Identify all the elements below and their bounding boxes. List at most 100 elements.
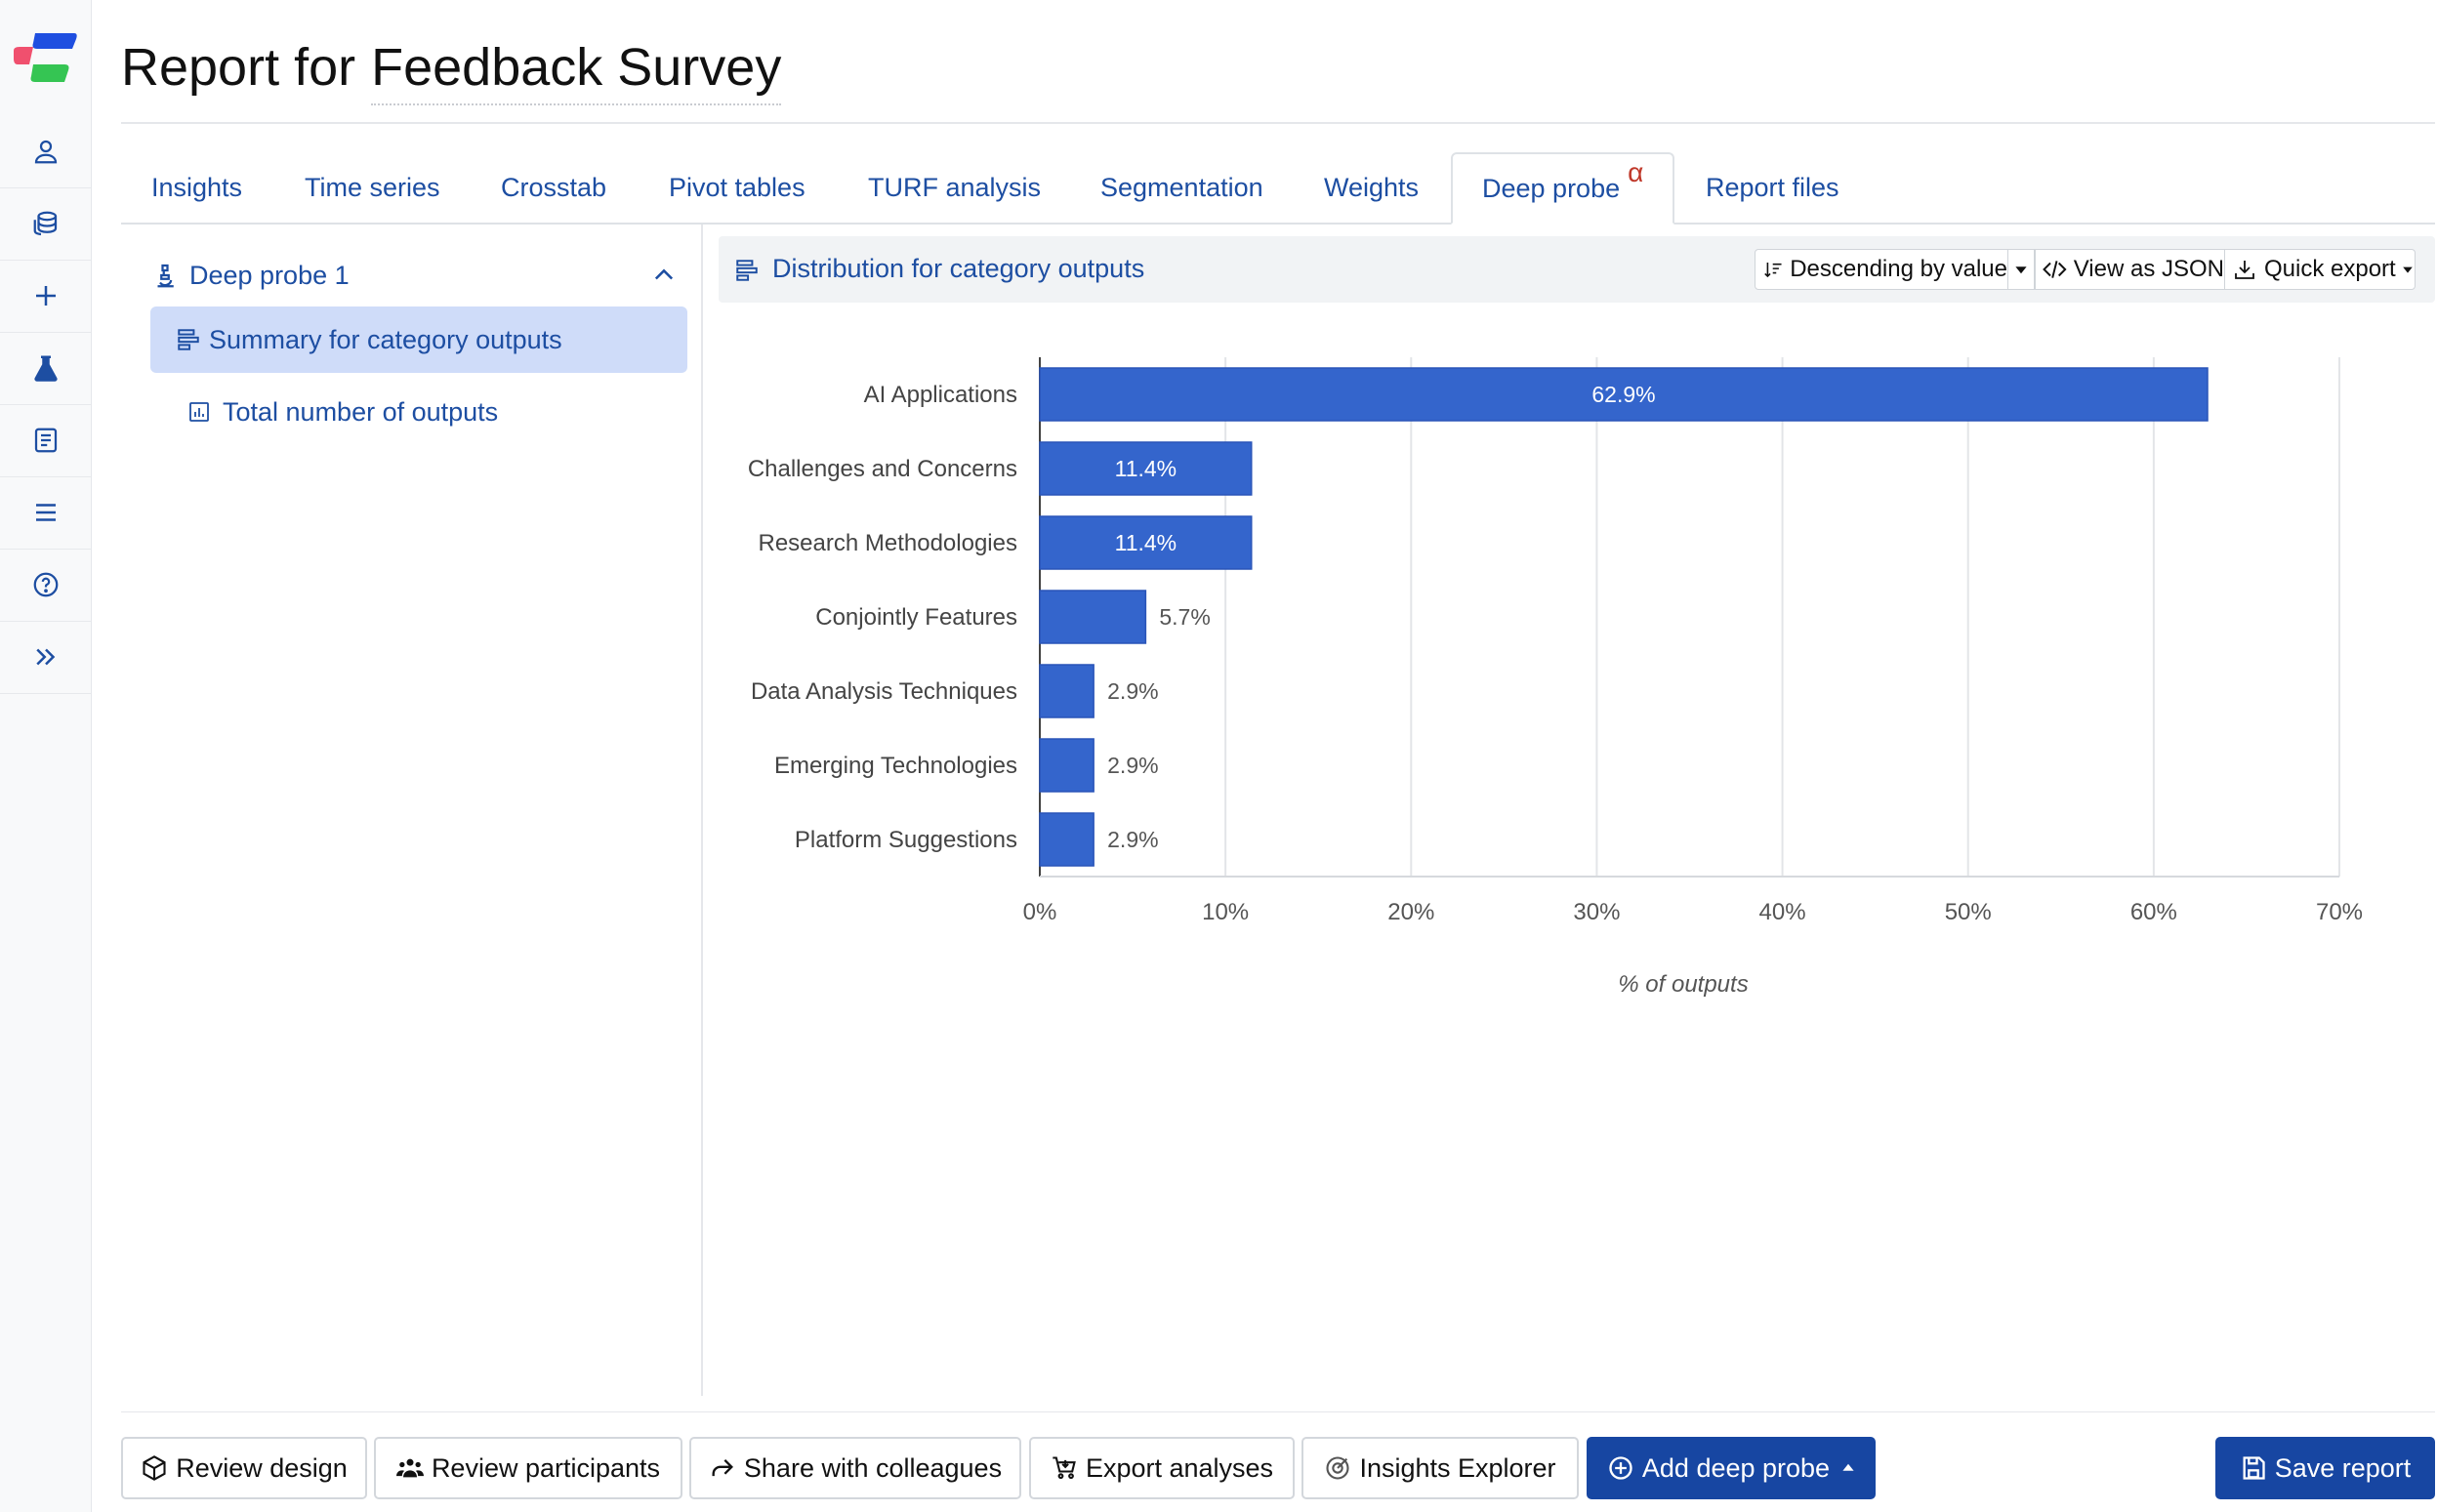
help-icon	[33, 572, 58, 597]
sort-button[interactable]: Descending by value	[1755, 249, 2008, 290]
insights-explorer-label: Insights Explorer	[1359, 1452, 1556, 1483]
side-nav-database[interactable]	[0, 187, 91, 261]
share-button[interactable]: Share with colleagues	[689, 1437, 1021, 1499]
value-label: 2.9%	[1107, 753, 1158, 778]
category-label: Conjointly Features	[815, 604, 1017, 631]
x-tick-label: 60%	[2130, 899, 2177, 925]
tab-report-files[interactable]: Report files	[1706, 152, 1839, 223]
grid-lines	[1039, 357, 2340, 878]
share-icon	[712, 1459, 733, 1477]
value-label: 11.4%	[1115, 530, 1177, 555]
tab-weights[interactable]: Weights	[1324, 152, 1419, 223]
category-label: Platform Suggestions	[795, 827, 1017, 853]
tab-crosstab[interactable]: Crosstab	[501, 152, 606, 223]
review-participants-label: Review participants	[431, 1452, 661, 1483]
x-tick-labels: 0% 10% 20% 30% 40% 50% 60% 70%	[1023, 899, 2363, 925]
quick-export-button[interactable]: Quick export	[2224, 249, 2416, 290]
tab-segmentation[interactable]: Segmentation	[1100, 152, 1263, 223]
chevron-up-icon[interactable]	[650, 262, 678, 289]
caret-down-icon	[2015, 266, 2027, 274]
download-icon	[2235, 261, 2254, 279]
save-report-label: Save report	[2274, 1452, 2412, 1483]
tab-deep-probe-label: Deep probe	[1482, 173, 1621, 203]
app-logo[interactable]	[14, 29, 78, 84]
user-icon	[34, 140, 57, 164]
category-label: Data Analysis Techniques	[751, 678, 1017, 705]
x-tick-label: 30%	[1573, 899, 1620, 925]
probe-icon	[157, 264, 174, 288]
tab-deep-probe[interactable]: Deep probe α	[1451, 152, 1675, 225]
export-analyses-button[interactable]: Export analyses	[1029, 1437, 1295, 1499]
bar[interactable]	[1039, 590, 1147, 644]
tab-insights[interactable]: Insights	[151, 152, 242, 223]
add-deep-probe-button[interactable]: Add deep probe	[1587, 1437, 1876, 1499]
x-axis-label: % of outputs	[1618, 971, 1748, 998]
chart-header: Distribution for category outputs Descen…	[719, 236, 2435, 303]
x-tick-label: 50%	[1945, 899, 1992, 925]
menu-icon	[35, 504, 56, 521]
value-label: 62.9%	[1591, 382, 1655, 407]
side-nav-add[interactable]	[0, 260, 91, 333]
side-nav-help[interactable]	[0, 549, 91, 622]
category-distribution-chart: AI Applications Challenges and Concerns Re…	[748, 357, 2363, 998]
category-labels: AI Applications Challenges and Concerns Re…	[748, 382, 1017, 853]
insights-explorer-button[interactable]: Insights Explorer	[1301, 1437, 1579, 1499]
side-nav-reports[interactable]	[0, 404, 91, 477]
side-nav-experiments[interactable]	[0, 332, 91, 405]
share-label: Share with colleagues	[743, 1452, 1003, 1483]
review-design-button[interactable]: Review design	[121, 1437, 367, 1499]
code-icon	[2043, 261, 2067, 278]
box-icon	[143, 1455, 166, 1481]
plus-icon	[35, 286, 56, 306]
tab-pivot-tables[interactable]: Pivot tables	[669, 152, 805, 223]
page-title: Report for Feedback Survey	[121, 37, 782, 115]
category-label: AI Applications	[864, 382, 1017, 408]
x-tick-label: 0%	[1023, 899, 1057, 925]
bar[interactable]	[1039, 664, 1095, 718]
sort-descending-icon	[1764, 262, 1782, 278]
header-divider	[121, 122, 2435, 124]
nav-item-total[interactable]: Total number of outputs	[150, 379, 687, 445]
category-label: Research Methodologies	[759, 530, 1018, 556]
export-analyses-label: Export analyses	[1085, 1452, 1274, 1483]
probe-group-header[interactable]: Deep probe 1	[150, 254, 697, 297]
cart-icon	[1053, 1456, 1076, 1480]
sort-label: Descending by value	[1790, 256, 2007, 282]
save-report-button[interactable]: Save report	[2215, 1437, 2435, 1499]
caret-down-icon	[2402, 266, 2413, 273]
x-tick-label: 70%	[2316, 899, 2363, 925]
probe-title: Deep probe 1	[189, 260, 350, 290]
x-tick-label: 40%	[1759, 899, 1806, 925]
title-prefix: Report for	[121, 38, 356, 97]
bars	[1039, 367, 2209, 867]
value-label: 2.9%	[1107, 678, 1158, 704]
tab-time-series[interactable]: Time series	[305, 152, 440, 223]
side-nav-menu[interactable]	[0, 476, 91, 550]
nav-item-summary-label: Summary for category outputs	[209, 324, 562, 354]
tab-bar: Insights Time series Crosstab Pivot tabl…	[121, 152, 2435, 225]
radar-icon	[1326, 1456, 1350, 1480]
bar[interactable]	[1039, 738, 1095, 793]
review-design-label: Review design	[176, 1452, 348, 1483]
chart-icon	[189, 402, 209, 422]
caret-up-icon	[1842, 1463, 1854, 1471]
category-label: Challenges and Concerns	[748, 456, 1017, 482]
bar-list-icon	[736, 260, 758, 281]
tab-turf-analysis[interactable]: TURF analysis	[868, 152, 1041, 223]
chart-title: Distribution for category outputs	[772, 254, 1145, 283]
value-label: 2.9%	[1107, 827, 1158, 852]
side-nav-expand[interactable]	[0, 621, 91, 694]
x-tick-label: 10%	[1202, 899, 1249, 925]
sort-dropdown-toggle[interactable]	[2007, 249, 2035, 290]
view-json-label: View as JSON	[2073, 256, 2224, 282]
database-icon	[33, 211, 57, 236]
side-nav-user[interactable]	[0, 115, 91, 188]
add-deep-probe-label: Add deep probe	[1641, 1452, 1831, 1483]
bar[interactable]	[1039, 812, 1095, 867]
review-participants-button[interactable]: Review participants	[374, 1437, 682, 1499]
value-label: 5.7%	[1159, 604, 1210, 630]
view-json-button[interactable]: View as JSON	[2035, 249, 2225, 290]
nav-item-summary[interactable]: Summary for category outputs	[150, 306, 687, 373]
expand-icon	[35, 648, 55, 666]
survey-name-field[interactable]: Feedback Survey	[371, 37, 782, 105]
